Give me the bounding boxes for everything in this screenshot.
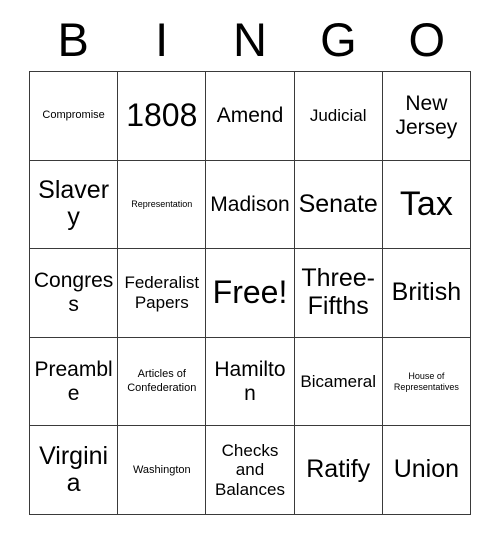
bingo-cell[interactable]: Representation [118,160,207,250]
bingo-cell[interactable]: Judicial [294,72,383,161]
bingo-cell[interactable]: Congress [30,249,119,338]
bingo-cell-label: Amend [216,104,284,128]
bingo-cell[interactable]: British [382,249,471,338]
bingo-cell-label: Judicial [309,106,367,126]
bingo-cell[interactable]: House of Representatives [382,337,471,427]
bingo-cell[interactable]: Federalist Papers [118,249,207,338]
bingo-cell-label: Three-Fifths [301,264,376,320]
bingo-cell[interactable]: Hamilton [206,337,295,427]
bingo-cell-label: Congress [33,269,114,316]
bingo-cell[interactable]: Bicameral [294,337,383,427]
bingo-cell-label: Tax [399,184,453,223]
bingo-cell[interactable]: New Jersey [382,72,471,161]
bingo-cell[interactable]: Three-Fifths [294,249,383,338]
bingo-cell-label: Representation [131,198,193,209]
bingo-cell-label: Slavery [38,175,110,232]
bingo-cell-label: Union [393,455,460,484]
bingo-cell-label: British [391,278,462,307]
bingo-header-letter-b: B [57,13,89,66]
bingo-card: B I N G O Compromise 1808 Amend Judicial New… [0,0,500,544]
bingo-cell-label: Washington [132,463,191,476]
bingo-cell-label: Articles of Confederation [127,368,197,394]
bingo-cell-label: Ratify [306,455,371,484]
bingo-cell[interactable]: Amend [206,72,295,161]
bingo-cell-label: Compromise [42,109,105,122]
bingo-header-row: B I N G O [29,12,471,68]
bingo-header-letter-o: O [408,13,446,66]
bingo-cell[interactable]: Slavery [30,160,119,250]
bingo-header-letter-g: G [320,13,357,66]
bingo-cell[interactable]: Checks and Balances [206,426,295,515]
bingo-cell-label: Federalist Papers [124,273,200,312]
bingo-cell-label: House of Representatives [393,370,459,392]
bingo-cell[interactable]: Preamble [30,337,119,427]
bingo-cell-label: Free! [212,274,288,311]
bingo-cell-label: Preamble [34,358,113,405]
bingo-cell[interactable]: Union [382,426,471,515]
bingo-header-letter-i: I [155,13,169,66]
bingo-cell[interactable]: Compromise [30,72,119,161]
bingo-cell[interactable]: Free! [206,249,295,338]
bingo-cell-label: Senate [298,189,378,218]
bingo-cell[interactable]: 1808 [118,72,207,161]
bingo-cell[interactable]: Virginia [30,426,119,515]
bingo-cell-label: Virginia [39,441,109,498]
bingo-cell-label: New Jersey [395,92,458,139]
bingo-cell-label: Madison [210,192,290,216]
bingo-cell[interactable]: Articles of Confederation [118,337,207,427]
bingo-cell-label: Checks and Balances [215,440,285,499]
bingo-cell[interactable]: Washington [118,426,207,515]
bingo-cell-label: Bicameral [300,371,376,391]
bingo-cell[interactable]: Ratify [294,426,383,515]
bingo-cell-label: 1808 [126,96,198,133]
bingo-cell[interactable]: Senate [294,160,383,250]
bingo-header-letter-n: N [233,13,267,66]
bingo-cell[interactable]: Madison [206,160,295,250]
bingo-cell[interactable]: Tax [382,160,471,250]
bingo-grid: Compromise 1808 Amend Judicial New Jersey Sla… [29,71,471,515]
bingo-cell-label: Hamilton [214,358,286,405]
